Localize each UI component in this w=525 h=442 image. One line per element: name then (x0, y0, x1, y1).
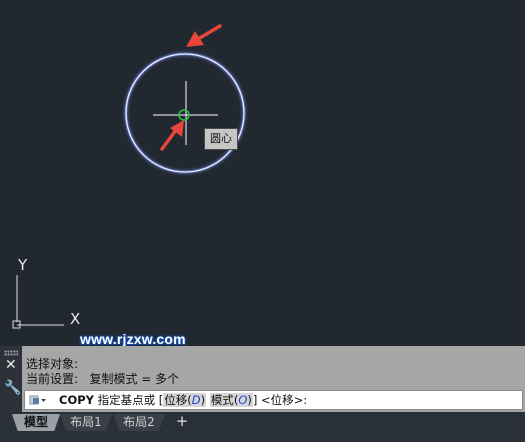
close-icon[interactable]: ✕ (5, 358, 17, 372)
snap-tooltip: 圆心 (204, 128, 238, 150)
command-name: COPY (59, 393, 94, 407)
command-input[interactable]: COPY 指定基点或 [位移(D) 模式(O)] <位移>: (24, 390, 523, 410)
arrow-icon-top (186, 24, 222, 47)
option-close-bracket: ] (252, 393, 258, 407)
add-tab-button[interactable]: + (174, 413, 190, 429)
drawing-canvas[interactable]: 圆心 Y X www.rjzxw.com (0, 0, 525, 347)
command-history-line-1: 选择对象: (26, 357, 79, 371)
wrench-icon[interactable]: 🔧 (4, 381, 21, 395)
grip-handle-icon[interactable] (4, 350, 18, 356)
arrow-icon-center (160, 120, 184, 151)
watermark: www.rjzxw.com (80, 331, 186, 347)
tab-layout2[interactable]: 布局2 (113, 414, 165, 431)
selected-circle-outline (125, 53, 245, 173)
tab-layout1[interactable]: 布局1 (60, 414, 112, 431)
ucs-icon (12, 275, 64, 329)
option-mode[interactable]: 模式(O) (209, 393, 253, 407)
ucs-y-label: Y (18, 256, 28, 274)
command-history-line-2: 当前设置: 复制模式 = 多个 (26, 372, 180, 386)
command-prompt: 指定基点或 (97, 393, 156, 407)
command-dropdown-icon[interactable] (29, 393, 47, 407)
default-option: <位移>: (261, 393, 308, 407)
ucs-x-label: X (70, 310, 81, 328)
option-displacement[interactable]: 位移(D) (163, 393, 207, 407)
tab-model[interactable]: 模型 (12, 414, 60, 431)
